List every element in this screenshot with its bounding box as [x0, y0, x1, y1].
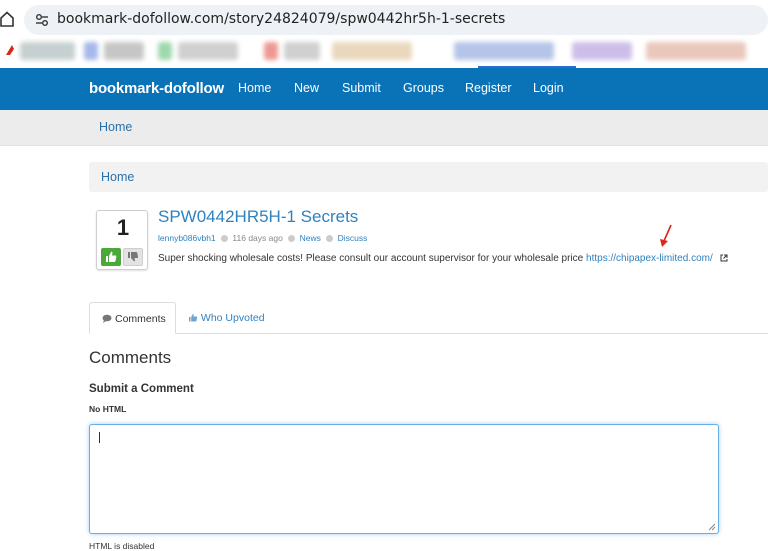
bookmark-item[interactable]: [178, 42, 238, 60]
upvote-button[interactable]: [101, 248, 121, 266]
html-disabled-note: HTML is disabled: [89, 541, 155, 551]
thumbs-up-icon: [189, 313, 198, 322]
thumbs-up-icon: [106, 251, 117, 262]
resize-handle-icon[interactable]: [708, 523, 716, 531]
nav-new[interactable]: New: [294, 81, 319, 95]
address-bar: bookmark-dofollow.com/story24824079/spw0…: [0, 0, 768, 38]
story-description: Super shocking wholesale costs! Please c…: [158, 253, 728, 264]
tab-comments-label: Comments: [115, 313, 166, 325]
subheader-home-link[interactable]: Home: [99, 120, 132, 134]
home-icon[interactable]: [0, 11, 14, 27]
bookmark-item[interactable]: [646, 42, 746, 60]
comments-icon: [102, 314, 112, 323]
bookmark-item[interactable]: [454, 42, 554, 60]
downvote-button[interactable]: [123, 248, 143, 266]
external-link-icon[interactable]: [720, 254, 728, 262]
story-meta: lennyb086vbh1 116 days ago News Discuss: [158, 233, 367, 243]
site-settings-icon[interactable]: [35, 13, 49, 27]
comment-textarea[interactable]: [89, 424, 719, 534]
author-link[interactable]: lennyb086vbh1: [158, 233, 216, 243]
category-link[interactable]: News: [300, 233, 321, 243]
tab-who-upvoted[interactable]: Who Upvoted: [188, 312, 265, 324]
story-outbound-link[interactable]: https://chipapex-limited.com/: [586, 253, 713, 264]
sub-header: Home: [0, 110, 768, 146]
bookmark-item[interactable]: [84, 42, 98, 60]
tab-divider: [89, 333, 768, 334]
bookmark-item[interactable]: [572, 42, 632, 60]
bookmark-item[interactable]: [264, 42, 278, 60]
no-html-note: No HTML: [89, 404, 127, 414]
bookmark-item[interactable]: [332, 42, 412, 60]
vote-count: 1: [116, 215, 130, 240]
url-box[interactable]: bookmark-dofollow.com/story24824079/spw0…: [24, 5, 768, 35]
red-arrow-annotation-icon: [660, 224, 672, 247]
bookmark-item[interactable]: [284, 42, 320, 60]
nav-submit[interactable]: Submit: [342, 81, 381, 95]
nav-home[interactable]: Home: [238, 81, 271, 95]
bookmark-item[interactable]: [158, 42, 172, 60]
bookmark-item[interactable]: [104, 42, 144, 60]
url-text[interactable]: bookmark-dofollow.com/story24824079/spw0…: [57, 11, 505, 27]
clock-icon: [221, 235, 229, 242]
bookmark-item[interactable]: [20, 42, 75, 60]
text-caret: [99, 432, 100, 443]
bookmark-logo-icon[interactable]: [5, 44, 19, 56]
breadcrumb: Home: [89, 162, 768, 192]
tab-who-upvoted-label: Who Upvoted: [200, 312, 265, 324]
vote-box: 1: [96, 210, 148, 270]
story-title[interactable]: SPW0442HR5H-1 Secrets: [158, 207, 358, 227]
comments-heading: Comments: [89, 348, 172, 367]
description-text: Super shocking wholesale costs! Please c…: [158, 253, 584, 264]
thumbs-down-icon: [128, 252, 139, 262]
site-brand[interactable]: bookmark-dofollow: [89, 80, 224, 97]
tab-comments[interactable]: Comments: [89, 302, 176, 334]
nav-login[interactable]: Login: [533, 81, 564, 95]
story-age: 116 days ago: [232, 233, 283, 243]
folder-icon: [288, 235, 296, 242]
site-navbar: bookmark-dofollow Home New Submit Groups…: [0, 68, 768, 110]
submit-comment-heading: Submit a Comment: [89, 383, 194, 395]
bookmarks-bar: [0, 38, 768, 68]
comment-icon: [326, 235, 334, 242]
nav-groups[interactable]: Groups: [403, 81, 444, 95]
discuss-link[interactable]: Discuss: [338, 233, 368, 243]
nav-register[interactable]: Register: [465, 81, 512, 95]
breadcrumb-home-link[interactable]: Home: [101, 170, 134, 184]
